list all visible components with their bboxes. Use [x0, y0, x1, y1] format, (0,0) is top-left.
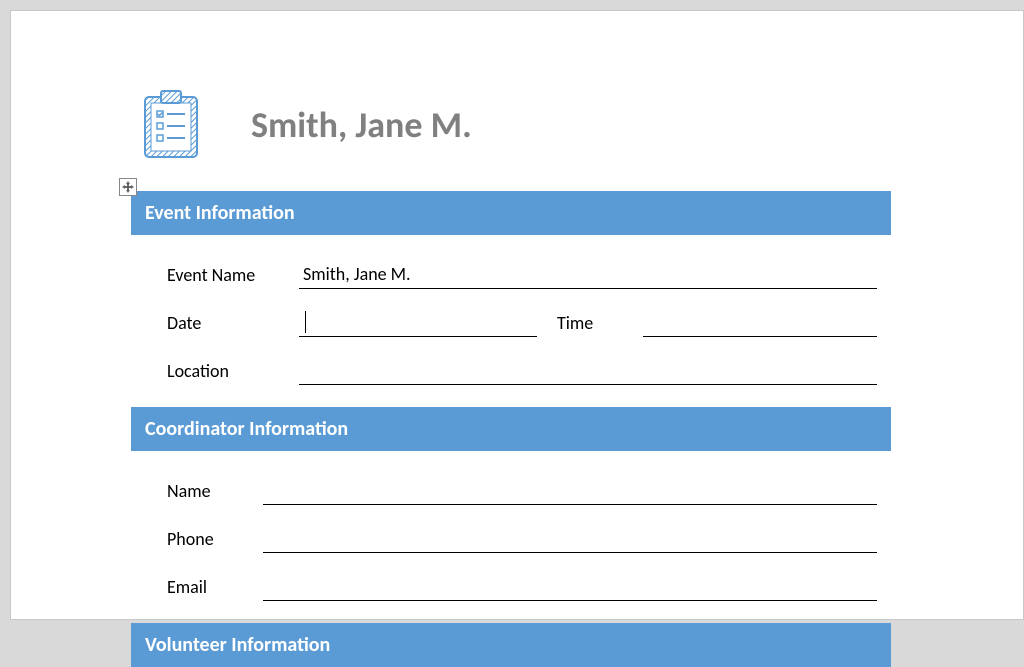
field-name[interactable]: [263, 479, 877, 505]
row-event-name: Event Name Smith, Jane M.: [167, 251, 877, 289]
label-email: Email: [167, 576, 263, 601]
field-date[interactable]: [299, 311, 537, 337]
table-move-handle-icon[interactable]: [119, 178, 137, 196]
event-information-body: Event Name Smith, Jane M. Date Time Loca…: [131, 235, 891, 407]
field-phone[interactable]: [263, 527, 877, 553]
row-name: Name: [167, 467, 877, 505]
section-heading-volunteer-information: Volunteer Information: [131, 623, 891, 667]
label-time: Time: [537, 312, 609, 337]
label-location: Location: [167, 360, 299, 385]
row-phone: Phone: [167, 515, 877, 553]
section-heading-event-information: Event Information: [131, 191, 891, 235]
document-header: Smith, Jane M.: [139, 89, 903, 161]
label-name: Name: [167, 480, 263, 505]
row-date-time: Date Time: [167, 299, 877, 337]
text-cursor-icon: [305, 311, 306, 333]
row-location: Location: [167, 347, 877, 385]
field-email[interactable]: [263, 575, 877, 601]
field-location[interactable]: [299, 359, 877, 385]
field-event-name[interactable]: Smith, Jane M.: [299, 263, 877, 289]
document-page: Smith, Jane M. Event Information Event N…: [10, 10, 1024, 620]
label-date: Date: [167, 312, 299, 337]
page-title[interactable]: Smith, Jane M.: [251, 103, 472, 147]
field-time[interactable]: [643, 311, 877, 337]
label-event-name: Event Name: [167, 264, 299, 289]
coordinator-information-body: Name Phone Email: [131, 451, 891, 623]
row-email: Email: [167, 563, 877, 601]
label-phone: Phone: [167, 528, 263, 553]
section-heading-coordinator-information: Coordinator Information: [131, 407, 891, 451]
clipboard-icon: [139, 89, 203, 161]
